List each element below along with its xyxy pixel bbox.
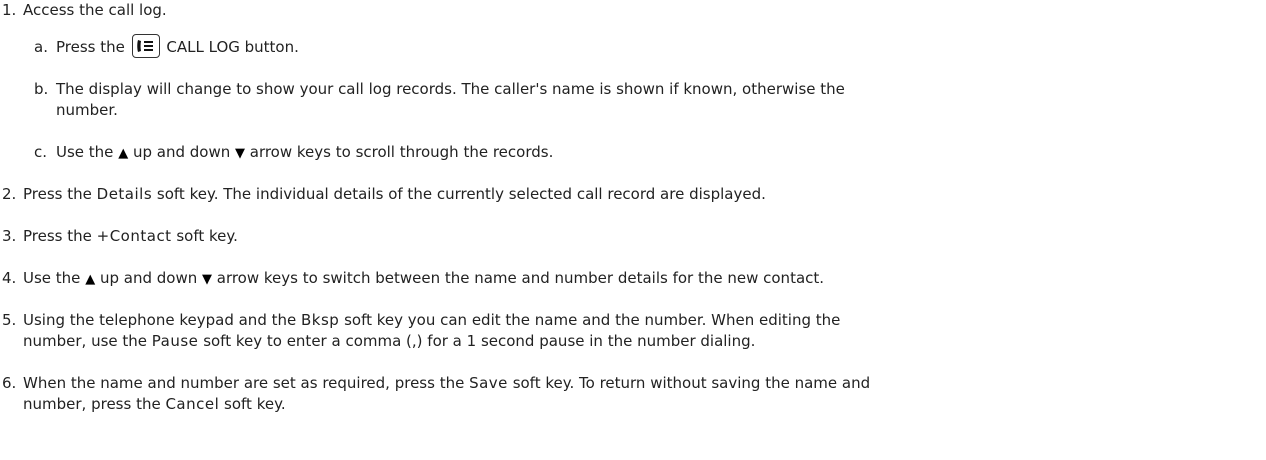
step-text-line2-post: soft key. bbox=[219, 395, 286, 413]
step-1b-continued: number. bbox=[56, 100, 118, 120]
step-text-pre: Press the bbox=[23, 185, 97, 203]
step-number: 3. bbox=[2, 227, 17, 245]
step-text-mid: soft key. To return without saving the n… bbox=[507, 374, 871, 392]
step-5-continued: number, use the Pause soft key to enter … bbox=[23, 331, 755, 351]
down-arrow-icon: ▼ bbox=[201, 272, 212, 287]
substep-text-continued: number. bbox=[56, 101, 118, 119]
step-number: 5. bbox=[2, 311, 17, 329]
step-text-post: soft key. The individual details of the … bbox=[152, 185, 766, 203]
substep-letter: b. bbox=[34, 80, 49, 98]
step-number: 6. bbox=[2, 374, 17, 392]
substep-text-mid: up and down bbox=[128, 143, 235, 161]
step-text-mid: up and down bbox=[95, 269, 202, 287]
step-text-line2-post: soft key to enter a comma (,) for a 1 se… bbox=[198, 332, 756, 350]
step-text-pre: Use the bbox=[23, 269, 86, 287]
step-text-line2-pre: number, use the bbox=[23, 332, 152, 350]
step-text-post: arrow keys to switch between the name an… bbox=[211, 269, 825, 287]
step-text-line2-pre: number, press the bbox=[23, 395, 166, 413]
step-text-pre: When the name and number are set as requ… bbox=[23, 374, 470, 392]
step-text-post: soft key. bbox=[171, 227, 238, 245]
step-1b: b. The display will change to show your c… bbox=[34, 79, 845, 99]
save-softkey-label: Save bbox=[469, 374, 508, 392]
step-2: 2. Press the Details soft key. The indivi… bbox=[2, 184, 766, 204]
substep-text-post: arrow keys to scroll through the records… bbox=[244, 143, 554, 161]
cancel-softkey-label: Cancel bbox=[165, 395, 220, 413]
step-5: 5. Using the telephone keypad and the Bks… bbox=[2, 310, 840, 330]
bksp-softkey-label: Bksp bbox=[301, 311, 340, 329]
step-1: 1. Access the call log. bbox=[2, 0, 167, 20]
step-6: 6. When the name and number are set as re… bbox=[2, 373, 870, 393]
substep-text-pre: Press the bbox=[56, 38, 130, 56]
substep-letter: c. bbox=[34, 143, 48, 161]
step-3: 3. Press the +Contact soft key. bbox=[2, 226, 238, 246]
step-1c: c. Use the ▲ up and down ▼ arrow keys to … bbox=[34, 142, 553, 164]
step-number: 4. bbox=[2, 269, 17, 287]
step-text-pre: Using the telephone keypad and the bbox=[23, 311, 301, 329]
step-text-pre: Press the bbox=[23, 227, 97, 245]
details-softkey-label: Details bbox=[96, 185, 153, 203]
substep-letter: a. bbox=[34, 38, 48, 56]
step-number: 1. bbox=[2, 1, 17, 19]
up-arrow-icon: ▲ bbox=[85, 272, 96, 287]
step-6-continued: number, press the Cancel soft key. bbox=[23, 394, 286, 414]
call-log-icon bbox=[131, 34, 160, 58]
step-text: Access the call log. bbox=[23, 1, 167, 19]
step-1a: a. Press the CALL LOG button. bbox=[34, 34, 299, 58]
contact-softkey-label: +Contact bbox=[96, 227, 172, 245]
step-text-mid: soft key you can edit the name and the n… bbox=[339, 311, 841, 329]
substep-text-post: CALL LOG button. bbox=[161, 38, 299, 56]
substep-text: The display will change to show your cal… bbox=[56, 80, 845, 98]
pause-softkey-label: Pause bbox=[151, 332, 199, 350]
step-4: 4. Use the ▲ up and down ▼ arrow keys to … bbox=[2, 268, 824, 290]
substep-text-pre: Use the bbox=[56, 143, 119, 161]
up-arrow-icon: ▲ bbox=[118, 146, 129, 161]
down-arrow-icon: ▼ bbox=[234, 146, 245, 161]
step-number: 2. bbox=[2, 185, 17, 203]
